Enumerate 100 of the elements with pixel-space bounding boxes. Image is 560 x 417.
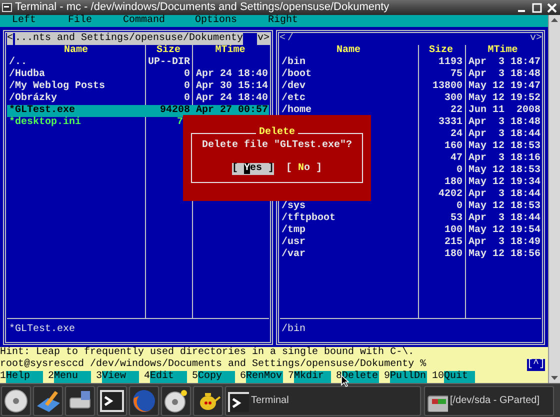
function-key-number: 5 [192,371,198,383]
file-row[interactable]: /boot 75 Apr 3 18:48 [280,69,541,81]
file-size: 0 [456,165,462,176]
column-header[interactable]: MTime [215,45,246,56]
launcher-button[interactable] [161,386,191,416]
function-key-button[interactable]: Delete [342,371,379,383]
column-header[interactable]: Size [156,45,180,56]
terminal-icon [2,3,12,12]
function-key-button[interactable]: Mkdir [294,371,331,383]
file-row[interactable]: /dev 13800 May 12 19:47 [280,81,541,93]
panel-path: / [288,33,294,45]
file-size: 0 [184,69,190,80]
selected-file-row[interactable]: *GLTest.exe 94208 Apr 27 00:57 [7,105,268,117]
disc-star-icon [163,388,189,414]
file-row[interactable]: /tmp 100 May 12 19:54 [280,225,541,237]
minimize-icon [518,10,525,12]
file-name: /tmp [282,225,306,236]
panel-menu-button[interactable]: v> [257,33,270,45]
file-size: 3331 [438,117,462,128]
file-name: /boot [282,69,312,80]
command-prompt[interactable]: root@sysresccd /dev/windows/Documents and Settings/opensuse/Dokumenty % [0,359,426,371]
panel-history-button[interactable]: < [280,33,286,45]
file-row[interactable]: /sys 0 May 12 18:53 [280,201,541,213]
launcher-button[interactable] [97,386,127,416]
globe-icon [131,388,157,414]
function-key-number: 9 [384,371,390,383]
menu-item[interactable]: Options [195,15,238,26]
file-size: 1193 [438,57,462,68]
function-key-button[interactable]: PullDn [390,371,427,383]
dialog-button[interactable]: [ No ] [286,163,322,175]
launcher-button[interactable] [65,386,95,416]
file-row[interactable]: /.. UP--DIR [7,57,268,69]
file-name: /sys [282,201,306,212]
panel-path: ...nts and Settings/opensuse/Dokumenty [15,33,244,45]
file-size: 180 [444,177,462,188]
file-row[interactable]: /usr 215 Apr 3 18:49 [280,237,541,249]
file-row[interactable]: /My Weblog Posts 0 Apr 30 15:14 [7,81,268,93]
file-name: /.. [9,57,28,68]
window-title: Terminal - mc - /dev/windows/Documents and Settings/opensuse/Dokumenty [15,0,390,14]
file-size: 24 [450,129,462,140]
file-mtime: Apr 3 18:48 [468,117,541,128]
function-key-number: 8 [336,371,342,383]
file-mtime: May 12 18:53 [468,165,541,176]
launcher-button[interactable] [1,386,31,416]
mini-status: *GLTest.exe [9,324,76,335]
file-row[interactable]: /var 180 May 12 18:56 [280,249,541,261]
file-row[interactable]: /tftpboot 53 Apr 3 18:44 [280,213,541,225]
function-key-button[interactable]: Menu [54,371,91,383]
file-mtime: May 12 19:54 [468,225,541,236]
file-row[interactable]: /bin 1193 Apr 3 18:47 [280,57,541,69]
scroll-up-button[interactable]: [^] [526,359,545,371]
taskbar-button[interactable]: Terminal [225,386,421,416]
function-key-button[interactable]: Quit [444,371,475,383]
launcher-button[interactable] [193,386,223,416]
column-header[interactable]: Size [428,45,453,56]
function-key-number: 6 [240,371,246,383]
file-row[interactable]: /home 22 Jun 11 2008 [280,105,541,117]
file-mtime: May 12 19:52 [468,93,541,104]
file-size: 13800 [432,81,462,92]
function-key-button[interactable]: RenMov [246,371,283,383]
close-icon [546,2,558,14]
file-row[interactable]: /Hudba 0 Apr 24 18:40 [7,69,268,81]
function-key-button[interactable]: Edit [150,371,187,383]
taskbar-button[interactable]: [/dev/sda - GParted] [424,386,554,416]
menu-item[interactable]: Right [268,15,298,26]
file-size: 75 [450,69,462,80]
file-size: 0 [184,93,190,104]
menu-item[interactable]: Command [123,15,166,26]
file-mtime: Jun 11 2008 [468,105,541,116]
function-key-number: 2 [48,371,54,383]
file-mtime: Apr 3 18:48 [468,69,541,80]
column-header[interactable]: MTime [488,45,518,56]
function-key-button[interactable]: Help [6,371,43,383]
file-size: 94208 [160,105,190,116]
file-row[interactable]: /Obrázky 0 Apr 24 18:40 [7,93,268,105]
file-mtime: May 12 19:47 [468,81,541,92]
launcher-button[interactable] [33,386,63,416]
file-mtime: May 12 19:34 [468,177,541,188]
column-header[interactable]: Name [64,45,88,56]
file-size: 180 [444,249,462,260]
panel-history-button[interactable]: < [7,33,14,45]
panel-menu-button[interactable]: v> [530,33,542,45]
file-name: /home [282,105,312,116]
file-name: /tftpboot [282,213,336,224]
file-name: /etc [282,93,306,104]
column-header[interactable]: Name [336,45,360,56]
function-key-number: 10 [432,371,444,383]
file-name: /Hudba [9,69,46,80]
file-mtime: Apr 24 18:40 [196,93,268,104]
menu-item[interactable]: File [68,15,92,26]
file-name: /My Weblog Posts [9,81,106,92]
dialog-button[interactable]: [ Yes ] [232,163,274,175]
file-mtime: Apr 3 18:44 [468,213,541,224]
function-key-button[interactable]: Copy [198,371,235,383]
scrollbar[interactable] [548,15,560,383]
file-row[interactable]: /etc 300 May 12 19:52 [280,93,541,105]
file-mtime: May 12 18:53 [468,201,541,212]
file-size: 7 [177,117,184,128]
menu-item[interactable]: Left [12,15,36,26]
function-key-button[interactable]: View [102,371,139,383]
